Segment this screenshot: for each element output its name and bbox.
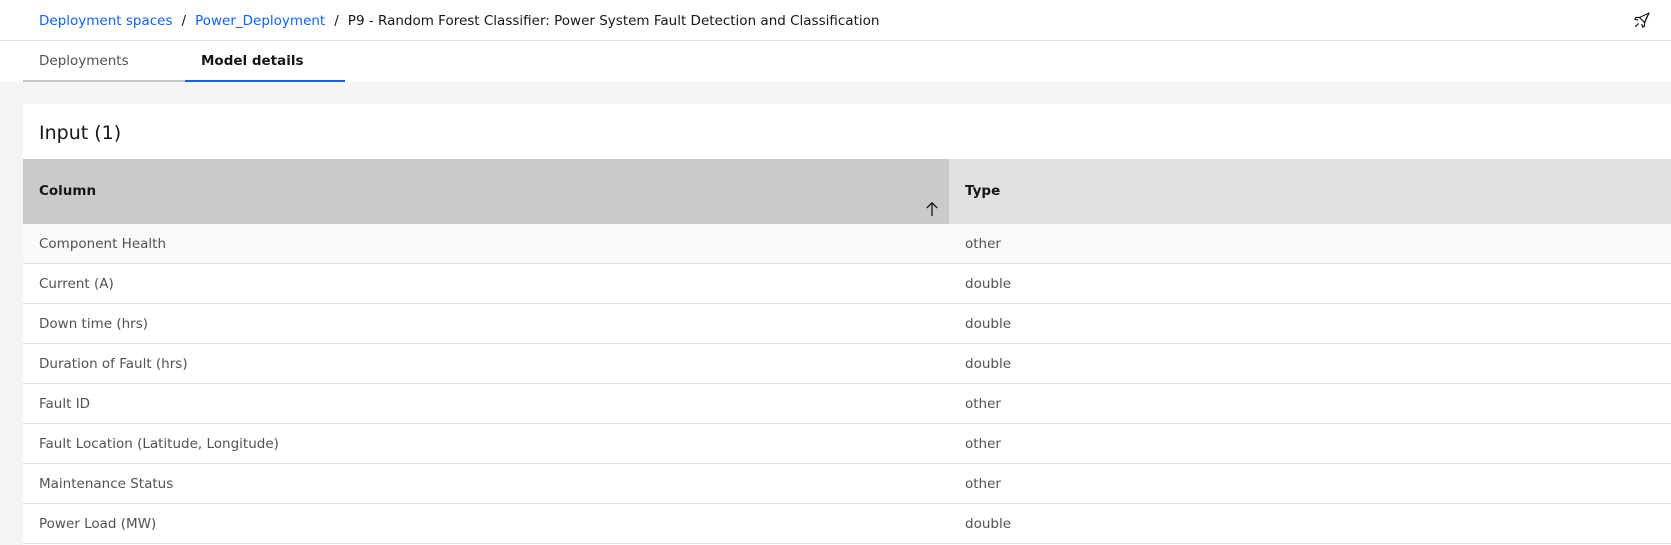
cell-type: double — [965, 516, 1012, 532]
cell-column-name: Current (A) — [39, 276, 114, 292]
cell-column-name: Maintenance Status — [39, 476, 174, 492]
cell-column-name: Fault Location (Latitude, Longitude) — [39, 436, 279, 452]
tab-bar: Deployments Model details — [0, 41, 1671, 82]
breadcrumb-separator: / — [181, 13, 187, 29]
top-bar: Deployment spaces / Power_Deployment / P… — [0, 0, 1671, 41]
column-header-label: Column — [39, 183, 97, 199]
table-row: Power Load (MW) double — [23, 504, 1671, 544]
breadcrumb-link-deployment-spaces[interactable]: Deployment spaces — [39, 12, 173, 30]
cell-column-name: Fault ID — [39, 396, 91, 412]
breadcrumb-link-space[interactable]: Power_Deployment — [195, 12, 325, 30]
breadcrumb: Deployment spaces / Power_Deployment / P… — [39, 12, 879, 30]
table-header: Column Type — [23, 159, 1671, 224]
table-row: Maintenance Status other — [23, 464, 1671, 504]
table-row: Down time (hrs) double — [23, 304, 1671, 344]
table-row: Fault ID other — [23, 384, 1671, 424]
table-row: Duration of Fault (hrs) double — [23, 344, 1671, 384]
table-row: Current (A) double — [23, 264, 1671, 304]
column-header-label: Type — [965, 183, 1001, 199]
input-section-title: Input (1) — [39, 122, 122, 144]
cell-type: double — [965, 276, 1012, 292]
cell-type: other — [965, 396, 1001, 412]
cell-column-name: Component Health — [39, 236, 166, 252]
cell-type: other — [965, 476, 1001, 492]
cell-type: other — [965, 436, 1001, 452]
column-header-type[interactable]: Type — [949, 159, 1671, 224]
cell-column-name: Down time (hrs) — [39, 316, 149, 332]
rocket-icon[interactable] — [1633, 11, 1651, 29]
cell-column-name: Duration of Fault (hrs) — [39, 356, 188, 372]
column-header-column[interactable]: Column — [23, 159, 949, 224]
cell-column-name: Power Load (MW) — [39, 516, 157, 532]
input-schema-card: Input (1) Column Type Component Health o… — [23, 104, 1671, 545]
cell-type: double — [965, 316, 1012, 332]
cell-type: double — [965, 356, 1012, 372]
breadcrumb-current-model: P9 - Random Forest Classifier: Power Sys… — [347, 13, 880, 29]
table-row: Fault Location (Latitude, Longitude) oth… — [23, 424, 1671, 464]
tab-deployments[interactable]: Deployments — [23, 41, 185, 82]
table-body: Component Health other Current (A) doubl… — [23, 224, 1671, 544]
breadcrumb-separator: / — [334, 13, 339, 29]
tab-model-details[interactable]: Model details — [185, 41, 345, 82]
cell-type: other — [965, 236, 1001, 252]
arrow-up-icon — [923, 182, 941, 216]
table-row: Component Health other — [23, 224, 1671, 264]
